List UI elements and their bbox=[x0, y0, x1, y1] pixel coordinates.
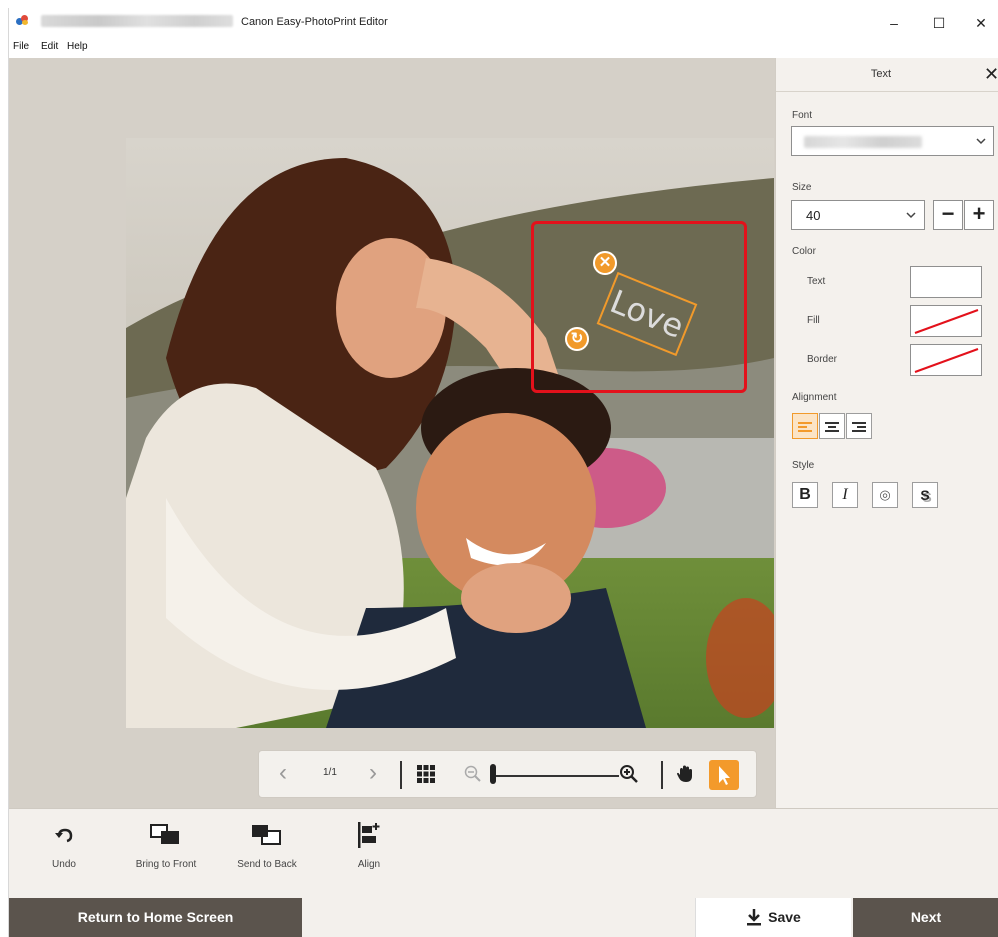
send-to-back-label: Send to Back bbox=[237, 859, 297, 870]
prev-page-button[interactable]: ‹ bbox=[279, 759, 287, 787]
align-button[interactable]: Align bbox=[324, 819, 414, 870]
blurred-font-name bbox=[804, 136, 922, 148]
page-indicator: 1/1 bbox=[323, 767, 337, 778]
zoom-in-icon[interactable] bbox=[619, 764, 639, 784]
chevron-down-icon bbox=[906, 212, 916, 219]
shadow-button[interactable]: S bbox=[912, 482, 938, 508]
return-home-button[interactable]: Return to Home Screen bbox=[9, 898, 302, 937]
minimize-button[interactable]: – bbox=[879, 12, 909, 34]
align-left-icon bbox=[798, 422, 812, 432]
menu-edit[interactable]: Edit bbox=[41, 41, 58, 52]
zoom-slider-track[interactable] bbox=[494, 775, 619, 777]
undo-label: Undo bbox=[52, 859, 76, 870]
rotate-handle-icon[interactable]: ↻ bbox=[565, 327, 589, 351]
editing-canvas: Love ✕ ↻ ‹ 1/1 › bbox=[9, 58, 775, 808]
bring-to-front-button[interactable]: Bring to Front bbox=[121, 819, 211, 870]
alignment-label: Alignment bbox=[792, 392, 837, 403]
align-icon bbox=[324, 819, 414, 853]
style-label: Style bbox=[792, 460, 815, 471]
align-label: Align bbox=[357, 859, 381, 870]
blurred-document-name bbox=[41, 15, 233, 27]
bring-to-front-icon bbox=[121, 819, 211, 853]
color-label: Color bbox=[792, 246, 816, 257]
save-label: Save bbox=[768, 909, 801, 925]
next-button[interactable]: Next bbox=[853, 898, 998, 937]
menu-help[interactable]: Help bbox=[67, 41, 88, 52]
action-bar: Undo Bring to Front Send to Back Align bbox=[9, 808, 998, 898]
next-page-button[interactable]: › bbox=[369, 759, 377, 787]
select-tool-button[interactable] bbox=[709, 760, 739, 790]
panel-header: Text ✕ bbox=[776, 58, 998, 92]
save-button[interactable]: Save bbox=[695, 898, 851, 937]
view-toolbar: ‹ 1/1 › bbox=[258, 750, 757, 798]
outline-button[interactable]: ◎ bbox=[872, 482, 898, 508]
app-logo-icon bbox=[16, 14, 30, 26]
menu-bar: File Edit Help bbox=[9, 38, 998, 58]
no-color-icon bbox=[914, 309, 979, 334]
bring-to-front-label: Bring to Front bbox=[135, 859, 197, 870]
align-right-icon bbox=[852, 422, 866, 432]
close-window-button[interactable]: ✕ bbox=[966, 12, 996, 34]
toolbar-divider bbox=[661, 761, 663, 789]
font-dropdown[interactable] bbox=[791, 126, 994, 156]
size-label: Size bbox=[792, 182, 812, 193]
font-label: Font bbox=[792, 110, 813, 121]
text-color-swatch[interactable] bbox=[910, 266, 982, 298]
zoom-out-icon[interactable] bbox=[464, 765, 482, 783]
chevron-down-icon bbox=[976, 138, 986, 145]
title-bar: Canon Easy-PhotoPrint Editor – ☐ ✕ bbox=[9, 8, 998, 38]
cursor-arrow-icon bbox=[719, 766, 730, 785]
border-color-label: Border bbox=[807, 354, 838, 365]
undo-icon bbox=[19, 819, 109, 853]
align-left-button[interactable] bbox=[792, 413, 818, 439]
thumbnail-grid-icon[interactable] bbox=[417, 765, 435, 783]
undo-button[interactable]: Undo bbox=[19, 819, 109, 870]
hand-tool-icon[interactable] bbox=[675, 764, 695, 784]
download-icon bbox=[747, 908, 762, 926]
fill-color-label: Fill bbox=[807, 315, 820, 326]
menu-file[interactable]: File bbox=[13, 41, 29, 52]
maximize-button[interactable]: ☐ bbox=[924, 12, 954, 34]
send-to-back-icon bbox=[222, 819, 312, 853]
align-center-button[interactable] bbox=[819, 413, 845, 439]
send-to-back-button[interactable]: Send to Back bbox=[222, 819, 312, 870]
size-decrease-button[interactable]: − bbox=[933, 200, 963, 230]
size-increase-button[interactable]: + bbox=[964, 200, 994, 230]
size-dropdown[interactable]: 40 bbox=[791, 200, 925, 230]
zoom-slider-thumb[interactable] bbox=[490, 764, 496, 784]
italic-button[interactable]: I bbox=[832, 482, 858, 508]
text-color-label: Text bbox=[807, 276, 826, 287]
delete-handle-icon[interactable]: ✕ bbox=[593, 251, 617, 275]
align-right-button[interactable] bbox=[846, 413, 872, 439]
bold-button[interactable]: B bbox=[792, 482, 818, 508]
align-center-icon bbox=[825, 422, 839, 432]
panel-close-button[interactable]: ✕ bbox=[984, 64, 998, 85]
toolbar-divider bbox=[400, 761, 402, 789]
text-properties-panel: Text ✕ Font Size 40 − + Color Text Fill … bbox=[775, 58, 998, 808]
border-color-swatch[interactable] bbox=[910, 344, 982, 376]
size-value: 40 bbox=[806, 208, 821, 223]
panel-title: Text bbox=[870, 68, 892, 80]
fill-color-swatch[interactable] bbox=[910, 305, 982, 337]
window-title: Canon Easy-PhotoPrint Editor bbox=[241, 16, 388, 28]
app-window: Canon Easy-PhotoPrint Editor – ☐ ✕ File … bbox=[8, 8, 998, 937]
no-color-icon bbox=[914, 348, 979, 373]
footer-bar: Return to Home Screen Save Next bbox=[9, 898, 998, 937]
